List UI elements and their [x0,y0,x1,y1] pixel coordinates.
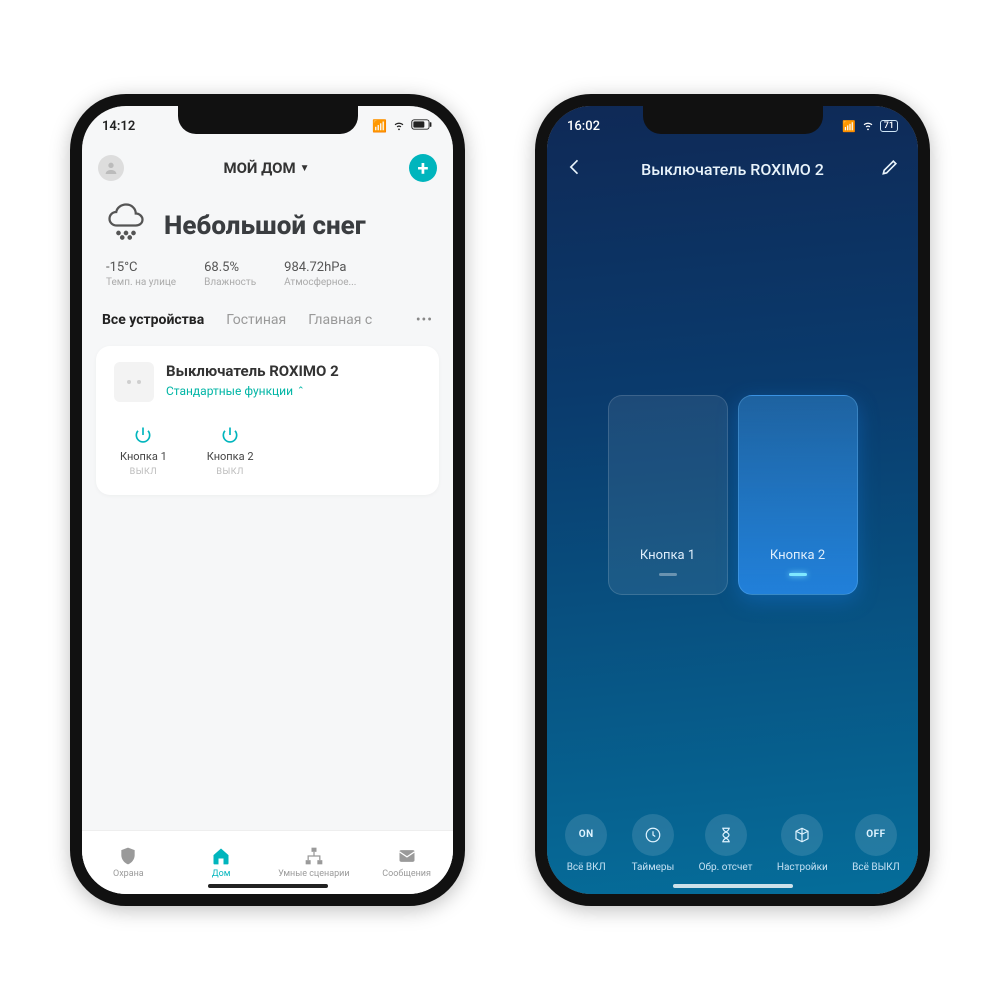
tab-living-room[interactable]: Гостиная [226,312,286,328]
shield-icon [118,846,138,866]
wifi-icon [392,118,406,135]
detail-title: Выключатель ROXIMO 2 [641,160,824,179]
home-indicator[interactable] [673,884,793,888]
back-button[interactable] [565,157,585,181]
cube-icon [781,814,823,856]
device-list: Выключатель ROXIMO 2 Стандартные функции… [82,334,453,830]
notch [643,106,823,134]
action-timers[interactable]: Таймеры [632,814,675,873]
weather-stats: -15°CТемп. на улице 68.5%Влажность 984.7… [82,256,453,302]
room-tabs: Все устройства Гостиная Главная с ••• [82,302,453,334]
on-icon: ON [565,814,607,856]
home-selector[interactable]: МОЙ ДОМ ▼ [223,159,309,177]
nav-messages[interactable]: Сообщения [360,831,453,894]
action-countdown[interactable]: Обр. отсчет [699,814,753,873]
status-time: 14:12 [102,119,135,134]
status-icons: 📶 [372,118,433,135]
action-all-off[interactable]: OFF Всё ВЫКЛ [852,814,900,873]
switch-2[interactable]: Кнопка 2 [738,395,858,595]
device-card[interactable]: Выключатель ROXIMO 2 Стандартные функции… [96,346,439,495]
signal-icon: 📶 [372,119,387,133]
signal-icon: 📶 [842,120,856,133]
off-icon: OFF [855,814,897,856]
status-icons: 📶 71 [842,118,898,135]
phone-home: 14:12 📶 МОЙ ДОМ ▼ + [70,94,465,906]
cloud-snow-icon [102,200,150,252]
device-icon [114,362,154,402]
edit-button[interactable] [880,157,900,181]
home-indicator[interactable] [208,884,328,888]
action-bar: ON Всё ВКЛ Таймеры Обр. отсчет Настройки… [547,798,918,894]
stat-humidity: 68.5%Влажность [204,260,256,288]
detail-header: Выключатель ROXIMO 2 [547,146,918,192]
switch-1[interactable]: Кнопка 1 [608,395,728,595]
status-time: 16:02 [567,119,600,134]
power-icon [219,424,241,446]
chevron-down-icon: ▼ [300,163,310,174]
device-buttons: Кнопка 1 ВЫКЛ Кнопка 2 ВЫКЛ [114,424,421,477]
weather-title: Небольшой снег [164,211,366,241]
switch-indicator [789,573,807,576]
home-selector-label: МОЙ ДОМ [223,159,295,177]
power-icon [132,424,154,446]
battery-indicator: 71 [880,120,898,132]
clock-icon [632,814,674,856]
action-all-on[interactable]: ON Всё ВКЛ [565,814,607,873]
mail-icon [397,846,417,866]
home-screen: 14:12 📶 МОЙ ДОМ ▼ + [82,106,453,894]
device-control-screen: 16:02 📶 71 Выключатель ROXIMO 2 Кнопка 1… [547,106,918,894]
add-button[interactable]: + [409,154,437,182]
weather-block[interactable]: Небольшой снег [82,190,453,256]
device-button-1[interactable]: Кнопка 1 ВЫКЛ [120,424,167,477]
device-expand[interactable]: Стандартные функции ⌃ [166,384,305,398]
tab-main[interactable]: Главная с [308,312,372,328]
stat-pressure: 984.72hPaАтмосферное... [284,260,356,288]
top-bar: МОЙ ДОМ ▼ + [82,146,453,190]
action-settings[interactable]: Настройки [777,814,828,873]
nav-security[interactable]: Охрана [82,831,175,894]
notch [178,106,358,134]
profile-button[interactable] [98,155,124,181]
switch-panel: Кнопка 1 Кнопка 2 [547,192,918,798]
chevron-up-icon: ⌃ [297,386,305,396]
stat-temp: -15°CТемп. на улице [106,260,176,288]
home-icon [211,846,231,866]
tab-all-devices[interactable]: Все устройства [102,312,204,328]
phone-device-detail: 16:02 📶 71 Выключатель ROXIMO 2 Кнопка 1… [535,94,930,906]
device-title: Выключатель ROXIMO 2 [166,362,339,380]
device-card-header: Выключатель ROXIMO 2 Стандартные функции… [114,362,421,402]
sitemap-icon [304,846,324,866]
switch-indicator [659,573,677,576]
tabs-more[interactable]: ••• [416,312,433,328]
wifi-icon [861,118,875,135]
battery-icon [411,119,433,133]
hourglass-icon [705,814,747,856]
device-button-2[interactable]: Кнопка 2 ВЫКЛ [207,424,254,477]
